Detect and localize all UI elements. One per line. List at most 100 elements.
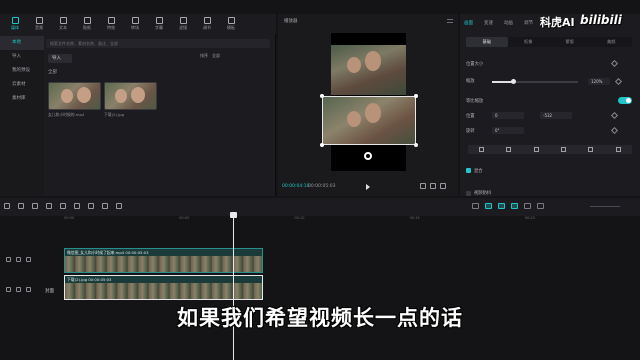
- rotate-icon[interactable]: [102, 203, 108, 209]
- properties-subtabs: 基础 抠像 蒙版 美颜: [466, 37, 632, 47]
- clip-caption: 下载(2).jpg 00:00:05:03: [67, 277, 112, 282]
- media-search-input[interactable]: 搜索文件名称、素材名称、备注、全部: [46, 39, 270, 48]
- playhead-handle[interactable]: [230, 212, 237, 218]
- media-thumbnail[interactable]: [48, 82, 101, 110]
- rotate-handle-icon[interactable]: [364, 152, 372, 160]
- channel-watermark: 科虎AI: [540, 16, 575, 29]
- clip-caption: 微信图_女儿和小时候了起来.mp4 00:00:05:03: [67, 250, 149, 255]
- lock-icon[interactable]: [6, 287, 11, 292]
- toolbar-sticker[interactable]: 贴纸: [75, 14, 99, 34]
- bilibili-logo: bilibili: [580, 13, 622, 27]
- align-center-v-icon[interactable]: [588, 147, 594, 152]
- align-top-icon[interactable]: [561, 147, 567, 152]
- sidenav-item-import[interactable]: 导入: [0, 50, 44, 64]
- snap-icon[interactable]: [498, 203, 505, 209]
- scale-label: 缩放: [466, 79, 475, 84]
- toolbar-transition[interactable]: 转场: [123, 14, 147, 34]
- toolbar-caption[interactable]: 字幕: [147, 14, 171, 34]
- play-icon[interactable]: [366, 184, 370, 190]
- toolbar-text[interactable]: 文本: [51, 14, 75, 34]
- audio-icon[interactable]: [26, 257, 31, 262]
- align-center-h-icon[interactable]: [506, 147, 512, 152]
- selected-photo-layer[interactable]: [320, 94, 418, 147]
- media-thumbnail[interactable]: [104, 82, 157, 110]
- toolbar-audio[interactable]: 音频: [27, 14, 51, 34]
- timeline-ruler[interactable]: 00:00 00:05 00:10 00:15 00:20: [64, 216, 640, 224]
- mirror-icon[interactable]: [88, 203, 94, 209]
- tab-picture[interactable]: 画面: [464, 20, 484, 26]
- sidenav-item-cloud[interactable]: 云素材: [0, 78, 44, 92]
- magnet-icon[interactable]: [511, 203, 518, 209]
- toolbar-label: 文本: [59, 25, 67, 30]
- subtab-beauty[interactable]: 美颜: [591, 39, 633, 45]
- position-y-input[interactable]: -532: [540, 112, 572, 119]
- zoom-out-icon[interactable]: [537, 203, 544, 209]
- subtab-basic[interactable]: 基础: [466, 37, 508, 47]
- sidenav-item-presets[interactable]: 我的预设: [0, 64, 44, 78]
- toolbar-filter[interactable]: 滤镜: [171, 14, 195, 34]
- ruler-tick: [467, 216, 525, 224]
- subtab-cutout[interactable]: 抠像: [508, 39, 550, 45]
- redo-icon[interactable]: [32, 203, 38, 209]
- track-controls: [6, 257, 31, 262]
- audio-icon[interactable]: [26, 287, 31, 292]
- import-button[interactable]: 导入: [48, 54, 72, 63]
- cover-label[interactable]: 封面: [45, 288, 54, 294]
- resize-handle[interactable]: [320, 94, 324, 98]
- text-icon: [59, 17, 67, 24]
- freeze-icon[interactable]: [74, 203, 80, 209]
- player-controls: [420, 183, 446, 189]
- timeline-right-tools: [472, 203, 544, 209]
- sidenav-item-local[interactable]: 本地: [0, 36, 44, 50]
- timeline-tools: [4, 203, 122, 209]
- mix-checkbox[interactable]: [466, 168, 471, 173]
- menu-icon[interactable]: [447, 19, 453, 23]
- toolbar-adjust[interactable]: 调节: [195, 14, 219, 34]
- sort-button[interactable]: 排序: [200, 53, 208, 59]
- scale-slider-handle[interactable]: [511, 79, 516, 84]
- lock-icon[interactable]: [6, 257, 11, 262]
- toolbar-template[interactable]: 模板: [219, 14, 243, 34]
- tab-speed[interactable]: 变速: [484, 20, 504, 26]
- ratio-icon[interactable]: [430, 183, 436, 189]
- stabilize-checkbox[interactable]: [466, 191, 471, 196]
- eye-icon[interactable]: [16, 287, 21, 292]
- thumb-person: [131, 87, 145, 103]
- asset-toolbar: 媒体 音频 文本 贴纸 特效 转场 字幕 滤镜 调节 模板: [0, 14, 276, 34]
- toolbar-media[interactable]: 媒体: [3, 14, 27, 34]
- resize-handle[interactable]: [414, 143, 418, 147]
- thumb-person: [61, 89, 73, 103]
- filter-button[interactable]: 全部: [212, 53, 220, 59]
- current-timecode: 00:00:04:10: [282, 184, 310, 189]
- align-left-icon[interactable]: [479, 147, 485, 152]
- subtab-mask[interactable]: 蒙版: [549, 39, 591, 45]
- crop-icon[interactable]: [116, 203, 122, 209]
- ruler-tick: 00:15: [409, 216, 420, 220]
- position-x-input[interactable]: 0: [492, 112, 524, 119]
- timeline-zoom-slider[interactable]: [590, 206, 620, 207]
- playhead[interactable]: [233, 214, 234, 360]
- video-editor-app: 媒体 音频 文本 贴纸 特效 转场 字幕 滤镜 调节 模板 本地 导入 我的预设…: [0, 0, 640, 360]
- undo-icon[interactable]: [18, 203, 24, 209]
- sidenav-item-library[interactable]: 素材库: [0, 92, 44, 106]
- fullscreen-icon[interactable]: [440, 183, 446, 189]
- mic-icon[interactable]: [472, 203, 479, 209]
- delete-icon[interactable]: [60, 203, 66, 209]
- link-icon[interactable]: [485, 203, 492, 209]
- fit-icon[interactable]: [420, 183, 426, 189]
- scale-value-input[interactable]: 120%: [588, 78, 610, 85]
- position-label: 位置: [466, 114, 475, 119]
- select-icon[interactable]: [4, 203, 10, 209]
- split-icon[interactable]: [46, 203, 52, 209]
- rotate-input[interactable]: 0°: [492, 127, 524, 134]
- resize-handle[interactable]: [414, 94, 418, 98]
- resize-handle[interactable]: [320, 143, 324, 147]
- tab-animation[interactable]: 动画: [504, 20, 524, 26]
- toolbar-label: 字幕: [155, 25, 163, 30]
- uniform-scale-toggle[interactable]: [618, 97, 632, 104]
- toolbar-effects[interactable]: 特效: [99, 14, 123, 34]
- eye-icon[interactable]: [16, 257, 21, 262]
- align-right-icon[interactable]: [533, 147, 539, 152]
- preview-axis-icon[interactable]: [524, 203, 531, 209]
- align-bottom-icon[interactable]: [615, 147, 621, 152]
